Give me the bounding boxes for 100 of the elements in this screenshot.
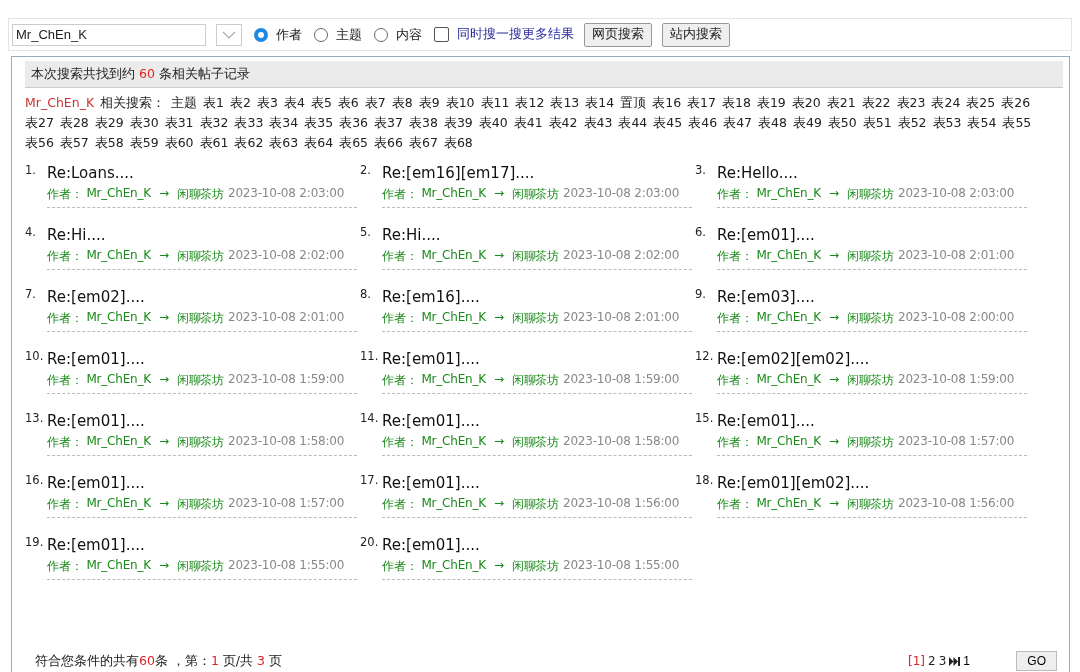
related-tag-link[interactable]: 主题 bbox=[171, 93, 198, 113]
related-tag-link[interactable]: 表23 bbox=[896, 93, 926, 113]
related-tag-link[interactable]: 表36 bbox=[339, 113, 369, 133]
related-tag-link[interactable]: 表53 bbox=[932, 113, 962, 133]
related-tag-link[interactable]: 表1 bbox=[203, 93, 225, 113]
related-tag-link[interactable]: 表8 bbox=[391, 93, 413, 113]
related-tag-link[interactable]: 表48 bbox=[758, 113, 787, 133]
forum-link[interactable]: 闲聊茶坊 bbox=[846, 372, 894, 389]
post-title-link[interactable]: Re:[em01].... bbox=[382, 349, 692, 369]
page-link[interactable]: 2 bbox=[928, 654, 936, 668]
related-tag-link[interactable]: 表35 bbox=[304, 113, 334, 133]
author-link[interactable]: Mr_ChEn_K bbox=[756, 248, 821, 265]
author-link[interactable]: Mr_ChEn_K bbox=[421, 186, 486, 203]
post-title-link[interactable]: Re:[em01].... bbox=[47, 473, 357, 493]
author-link[interactable]: Mr_ChEn_K bbox=[421, 558, 486, 575]
related-tag-link[interactable]: 表37 bbox=[374, 113, 403, 133]
related-tag-link[interactable]: 表55 bbox=[1002, 113, 1032, 133]
related-tag-link[interactable]: 表45 bbox=[653, 113, 683, 133]
post-title-link[interactable]: Re:[em01].... bbox=[382, 535, 692, 555]
related-tag-link[interactable]: 表27 bbox=[25, 113, 54, 133]
related-tag-link[interactable]: 表56 bbox=[25, 133, 54, 153]
related-tag-link[interactable]: 表39 bbox=[443, 113, 473, 133]
related-tag-link[interactable]: 表60 bbox=[164, 133, 194, 153]
radio-label[interactable]: 内容 bbox=[396, 25, 422, 44]
related-tag-link[interactable]: 表21 bbox=[826, 93, 856, 113]
forum-link[interactable]: 闲聊茶坊 bbox=[846, 248, 894, 265]
post-title-link[interactable]: Re:[em01].... bbox=[717, 411, 1027, 431]
forum-link[interactable]: 闲聊茶坊 bbox=[511, 496, 559, 513]
post-title-link[interactable]: Re:[em01].... bbox=[382, 473, 692, 493]
post-title-link[interactable]: Re:[em16].... bbox=[382, 287, 692, 307]
related-tag-link[interactable]: 表62 bbox=[234, 133, 264, 153]
post-title-link[interactable]: Re:[em02][em02].... bbox=[717, 349, 1027, 369]
related-tag-link[interactable]: 表50 bbox=[827, 113, 857, 133]
post-title-link[interactable]: Re:Loans.... bbox=[47, 163, 357, 183]
forum-link[interactable]: 闲聊茶坊 bbox=[176, 496, 224, 513]
post-title-link[interactable]: Re:Hello.... bbox=[717, 163, 1027, 183]
related-tag-link[interactable]: 表43 bbox=[583, 113, 613, 133]
author-link[interactable]: Mr_ChEn_K bbox=[421, 434, 486, 451]
forum-link[interactable]: 闲聊茶坊 bbox=[846, 186, 894, 203]
post-title-link[interactable]: Re:[em02].... bbox=[47, 287, 357, 307]
author-link[interactable]: Mr_ChEn_K bbox=[86, 248, 151, 265]
go-button[interactable]: GO bbox=[1016, 651, 1057, 671]
related-tag-link[interactable]: 表57 bbox=[59, 133, 89, 153]
search-button[interactable]: 网页搜索 bbox=[584, 22, 652, 47]
forum-link[interactable]: 闲聊茶坊 bbox=[176, 310, 224, 327]
related-tag-link[interactable]: 表54 bbox=[967, 113, 997, 133]
related-tag-link[interactable]: 表17 bbox=[687, 93, 716, 113]
related-tag-link[interactable]: 表67 bbox=[408, 133, 438, 153]
related-tag-link[interactable]: 表63 bbox=[269, 133, 299, 153]
forum-link[interactable]: 闲聊茶坊 bbox=[511, 434, 559, 451]
related-tag-link[interactable]: 表11 bbox=[480, 93, 510, 113]
related-tag-link[interactable]: 表14 bbox=[585, 93, 615, 113]
related-tag-link[interactable]: 表9 bbox=[418, 93, 440, 113]
forum-link[interactable]: 闲聊茶坊 bbox=[846, 496, 894, 513]
author-link[interactable]: Mr_ChEn_K bbox=[86, 310, 151, 327]
related-tag-link[interactable]: 表3 bbox=[257, 93, 278, 113]
related-tag-link[interactable]: 表22 bbox=[861, 93, 891, 113]
forum-link[interactable]: 闲聊茶坊 bbox=[511, 310, 559, 327]
author-link[interactable]: Mr_ChEn_K bbox=[421, 372, 486, 389]
author-link[interactable]: Mr_ChEn_K bbox=[756, 372, 821, 389]
related-tag-link[interactable]: 表34 bbox=[269, 113, 299, 133]
related-tag-link[interactable]: 表4 bbox=[283, 93, 305, 113]
related-tag-link[interactable]: 表65 bbox=[339, 133, 369, 153]
forum-link[interactable]: 闲聊茶坊 bbox=[176, 372, 224, 389]
post-title-link[interactable]: Re:Hi.... bbox=[382, 225, 692, 245]
related-tag-link[interactable]: 表38 bbox=[408, 113, 438, 133]
author-link[interactable]: Mr_ChEn_K bbox=[756, 310, 821, 327]
post-title-link[interactable]: Re:Hi.... bbox=[47, 225, 357, 245]
forum-link[interactable]: 闲聊茶坊 bbox=[846, 310, 894, 327]
related-tag-link[interactable]: 表52 bbox=[897, 113, 927, 133]
forum-link[interactable]: 闲聊茶坊 bbox=[511, 248, 559, 265]
related-tag-link[interactable]: 表44 bbox=[618, 113, 648, 133]
post-title-link[interactable]: Re:[em01].... bbox=[47, 349, 357, 369]
related-tag-link[interactable]: 表66 bbox=[374, 133, 403, 153]
author-link[interactable]: Mr_ChEn_K bbox=[86, 496, 151, 513]
related-tag-link[interactable]: 表20 bbox=[791, 93, 821, 113]
related-tag-link[interactable]: 表13 bbox=[550, 93, 580, 113]
related-tag-link[interactable]: 表31 bbox=[164, 113, 194, 133]
search-field[interactable]: Mr_ChEn_K bbox=[12, 23, 206, 46]
forum-link[interactable]: 闲聊茶坊 bbox=[176, 248, 224, 265]
related-tag-link[interactable]: 表18 bbox=[722, 93, 751, 113]
author-link[interactable]: Mr_ChEn_K bbox=[86, 186, 151, 203]
radio-label[interactable]: 作者 bbox=[276, 25, 302, 44]
author-link[interactable]: Mr_ChEn_K bbox=[86, 434, 151, 451]
post-title-link[interactable]: Re:[em16][em17].... bbox=[382, 163, 692, 183]
forum-link[interactable]: 闲聊茶坊 bbox=[176, 186, 224, 203]
radio-label[interactable]: 主题 bbox=[336, 25, 362, 44]
post-title-link[interactable]: Re:[em01].... bbox=[717, 225, 1027, 245]
post-title-link[interactable]: Re:[em01].... bbox=[47, 411, 357, 431]
related-tag-link[interactable]: 表33 bbox=[234, 113, 264, 133]
related-tag-link[interactable]: 表49 bbox=[792, 113, 822, 133]
more-results-link[interactable]: 同时搜一搜更多结果 bbox=[457, 26, 574, 43]
forum-link[interactable]: 闲聊茶坊 bbox=[176, 558, 224, 575]
search-button[interactable]: 站内搜索 bbox=[662, 22, 730, 47]
related-tag-link[interactable]: 表26 bbox=[1001, 93, 1031, 113]
page-link[interactable]: [1] bbox=[908, 654, 926, 668]
related-tag-link[interactable]: 表7 bbox=[364, 93, 386, 113]
related-tag-link[interactable]: 表58 bbox=[94, 133, 124, 153]
forum-link[interactable]: 闲聊茶坊 bbox=[511, 558, 559, 575]
related-tag-link[interactable]: 表5 bbox=[310, 93, 332, 113]
